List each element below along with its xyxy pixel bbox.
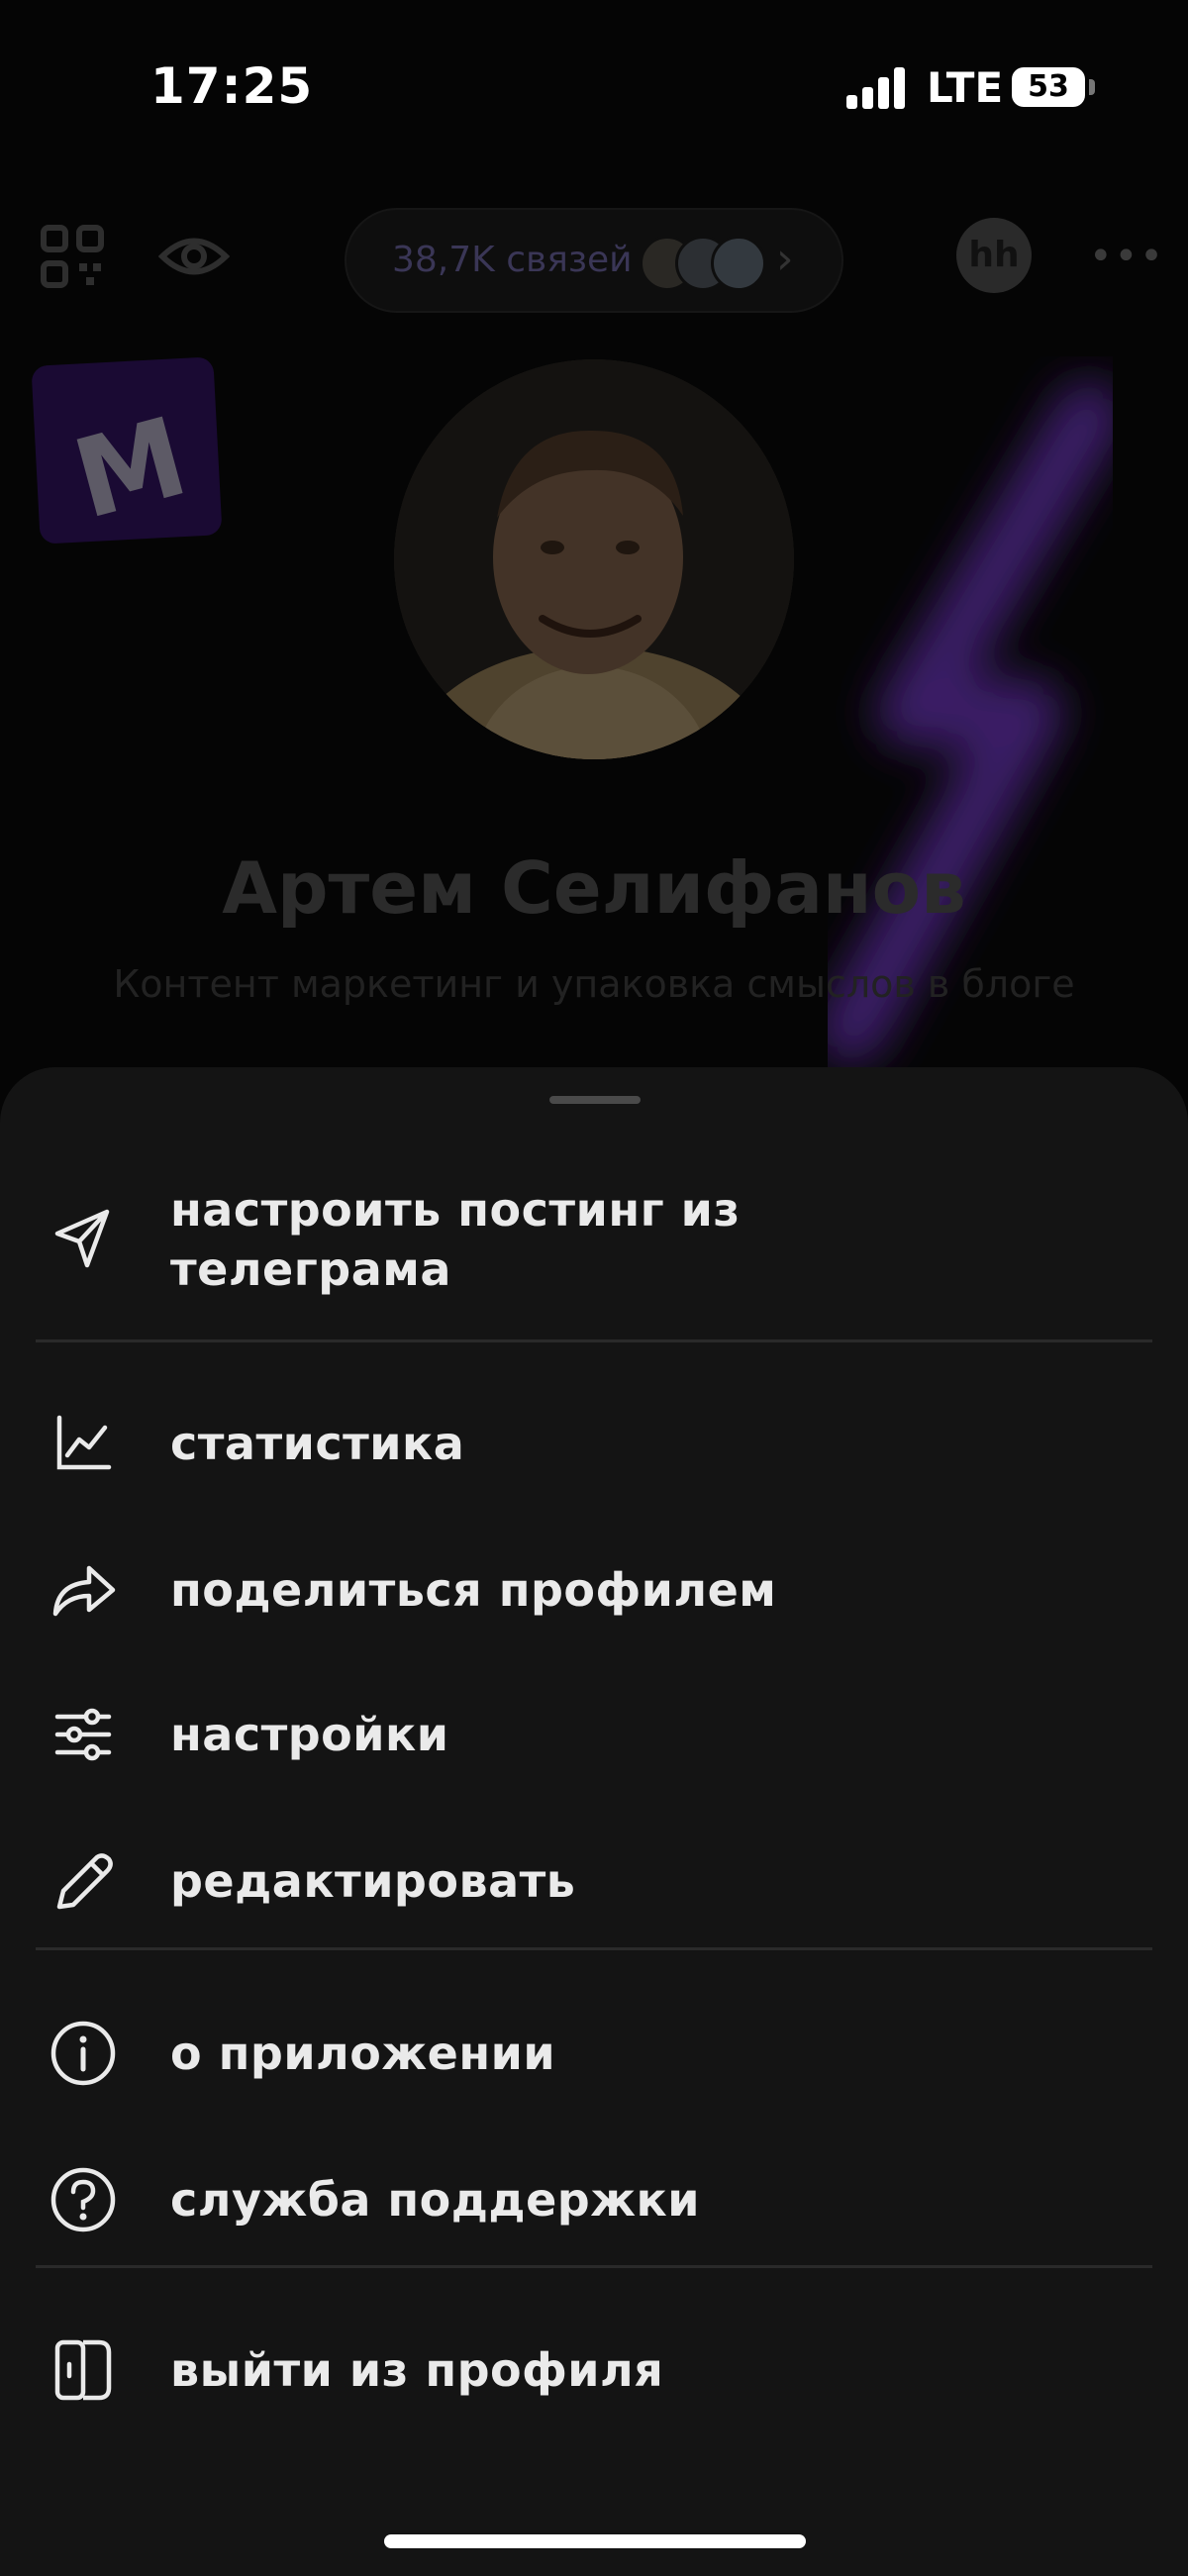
sticker-letter: M [61, 392, 200, 544]
status-time: 17:25 [150, 57, 314, 115]
profile-name: Артем Селифанов [222, 846, 966, 930]
menu-item-support[interactable]: служба поддержки [0, 2140, 1188, 2259]
cellular-signal-icon [846, 65, 906, 109]
network-type: LTE [927, 63, 1004, 112]
menu-divider [36, 1947, 1152, 1950]
chevron-right-icon: › [776, 234, 794, 284]
menu-divider [36, 1339, 1152, 1342]
logout-door-icon [44, 2330, 123, 2410]
profile-menu-sheet: настроить постинг из телеграма статистик… [0, 1067, 1188, 2576]
menu-item-logout[interactable]: выйти из профиля [0, 2311, 1188, 2429]
menu-item-label: служба поддержки [170, 2173, 700, 2227]
menu-item-label: статистика [170, 1417, 465, 1470]
sheet-drag-handle[interactable] [549, 1096, 641, 1104]
menu-item-label: настройки [170, 1708, 449, 1761]
profile-avatar[interactable] [394, 359, 794, 759]
connections-count: 38,7K связей [392, 240, 633, 280]
line-chart-icon [44, 1404, 123, 1483]
menu-item-statistics[interactable]: статистика [0, 1384, 1188, 1503]
profile-bio: Контент маркетинг и упаковка смыслов в б… [113, 962, 1075, 1006]
battery-icon: 53 [1012, 67, 1085, 107]
profile-top-bar: 38,7K связей › hh ••• [0, 198, 1188, 317]
more-options-icon[interactable]: ••• [1089, 234, 1165, 279]
eye-icon[interactable] [158, 232, 230, 281]
connections-pill[interactable]: 38,7K связей › [345, 208, 843, 313]
menu-item-settings[interactable]: настройки [0, 1675, 1188, 1794]
profile-sticker: M [31, 356, 223, 545]
menu-item-share-profile[interactable]: поделиться профилем [0, 1531, 1188, 1649]
hh-badge[interactable]: hh [956, 218, 1032, 293]
info-icon [44, 2014, 123, 2093]
share-arrow-icon [44, 1550, 123, 1630]
menu-item-label: о приложении [170, 2027, 556, 2080]
menu-item-label: выйти из профиля [170, 2343, 664, 2397]
qr-code-icon[interactable] [40, 224, 105, 289]
battery-cap [1089, 79, 1095, 95]
connection-avatar [711, 236, 766, 291]
status-bar: 17:25 LTE 53 [0, 0, 1188, 178]
menu-item-label: поделиться профилем [170, 1563, 777, 1617]
menu-item-telegram-posting[interactable]: настроить постинг из телеграма [0, 1166, 1188, 1315]
menu-item-label: настроить постинг из телеграма [170, 1183, 741, 1296]
menu-item-about[interactable]: о приложении [0, 1994, 1188, 2113]
home-indicator[interactable] [384, 2534, 806, 2548]
pencil-icon [44, 1841, 123, 1921]
help-icon [44, 2160, 123, 2239]
menu-item-edit[interactable]: редактировать [0, 1822, 1188, 1940]
menu-divider [36, 2265, 1152, 2268]
sliders-icon [44, 1695, 123, 1774]
menu-item-label: редактировать [170, 1854, 576, 1908]
paper-plane-icon [44, 1200, 123, 1279]
